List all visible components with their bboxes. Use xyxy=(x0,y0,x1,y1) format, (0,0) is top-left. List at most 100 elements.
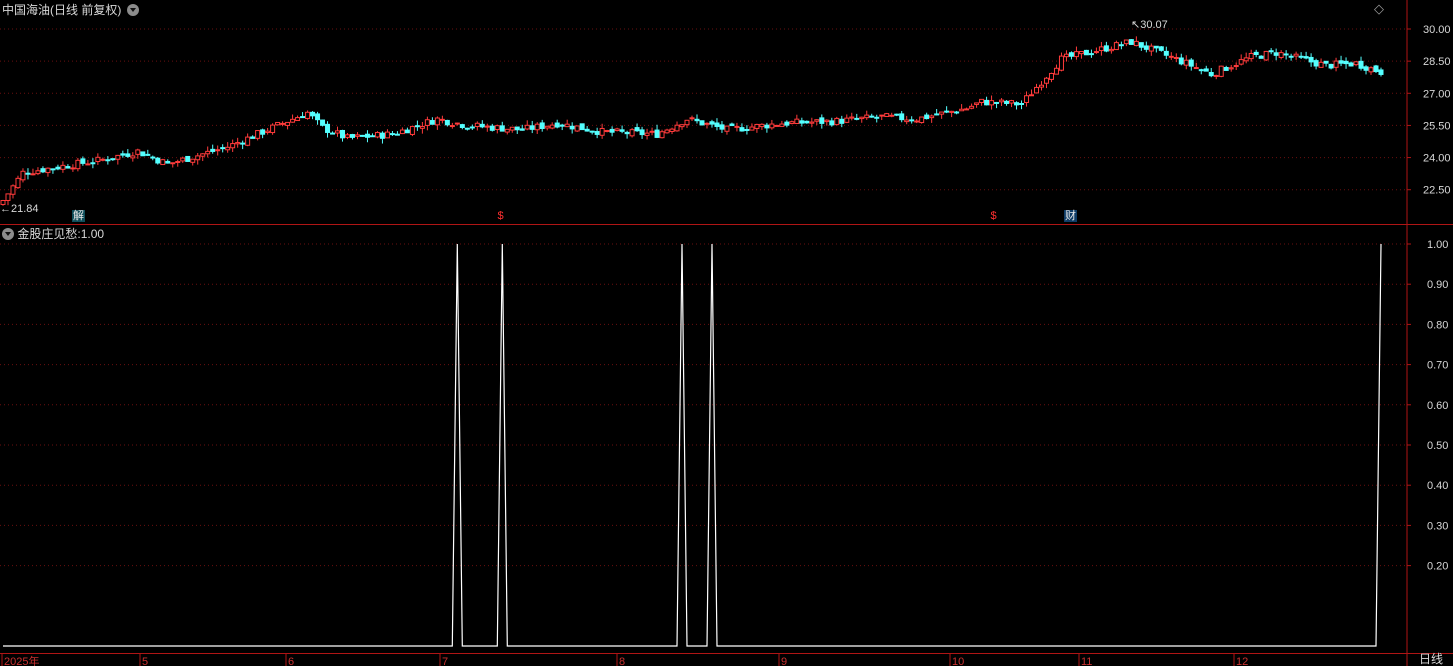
candle-body xyxy=(1133,40,1139,47)
candle-body xyxy=(165,160,171,164)
candle-body xyxy=(1263,50,1269,61)
event-marker-financial-report[interactable]: 财 xyxy=(1064,210,1077,222)
candle-body xyxy=(984,99,990,106)
period-label[interactable]: 日线 xyxy=(1419,652,1443,666)
high-price-annotation: ↖30.07 xyxy=(1131,19,1168,31)
candle-body xyxy=(629,129,635,137)
candle-body xyxy=(614,128,620,132)
candle-body xyxy=(240,142,246,145)
candle-body xyxy=(864,114,870,119)
candle-body xyxy=(55,166,61,170)
candle-body xyxy=(1243,57,1249,62)
candle-body xyxy=(569,125,575,130)
diamond-icon[interactable]: ◇ xyxy=(1374,2,1384,16)
candle-body xyxy=(235,142,241,145)
candle-body xyxy=(10,185,16,195)
candle-body xyxy=(444,119,450,126)
candle-body xyxy=(345,134,350,138)
candle-body xyxy=(584,128,590,132)
candle-body xyxy=(949,110,955,113)
candle-body xyxy=(754,123,760,129)
candle-body xyxy=(914,120,920,123)
candle-body xyxy=(554,122,560,128)
candle-body xyxy=(1238,59,1244,65)
candle-body xyxy=(1128,39,1134,45)
indicator-value: 1.00 xyxy=(80,227,105,241)
candle-body xyxy=(200,153,206,157)
candle-body xyxy=(719,124,725,130)
candle-body xyxy=(544,125,550,129)
candle-body xyxy=(305,111,311,119)
date-tick-label: 12 xyxy=(1236,656,1248,666)
candle-body xyxy=(829,120,835,126)
candle-body xyxy=(879,114,885,117)
candle-body xyxy=(419,125,425,129)
candle-body xyxy=(549,124,555,129)
candle-body xyxy=(499,125,505,132)
candle-body xyxy=(774,124,780,127)
candle-body xyxy=(374,132,380,138)
candle-body xyxy=(694,118,700,122)
candle-body xyxy=(1208,72,1214,77)
candle-body xyxy=(974,102,980,105)
candle-body xyxy=(35,170,41,175)
candle-body xyxy=(1218,65,1224,77)
candle-body xyxy=(205,150,211,155)
candle-body xyxy=(854,117,860,120)
candle-body xyxy=(1353,61,1359,66)
candle-body xyxy=(1158,46,1164,51)
candle-body xyxy=(1113,42,1119,51)
candle-body xyxy=(1183,59,1189,66)
candle-body xyxy=(999,99,1005,103)
candle-body xyxy=(809,121,815,124)
event-marker-unlock[interactable]: 解 xyxy=(72,210,85,222)
candle-body xyxy=(1288,55,1294,58)
candle-body xyxy=(459,124,465,128)
candle-body xyxy=(1253,51,1259,56)
candle-body xyxy=(494,125,500,130)
candle-body xyxy=(814,119,820,122)
kline-chart[interactable]: 22.50 24.00 25.50 27.00 28.50 30.00 0.20 0.30 0.… xyxy=(0,0,1453,666)
candle-body xyxy=(315,113,321,121)
candle-body xyxy=(514,126,520,131)
candle-body xyxy=(1043,77,1049,84)
candle-body xyxy=(125,153,131,157)
dropdown-circle-icon[interactable] xyxy=(2,228,14,240)
candle-body xyxy=(45,167,51,174)
candle-body xyxy=(604,130,610,133)
candle-body xyxy=(709,121,715,125)
event-marker-dividend[interactable]: $ xyxy=(989,210,998,222)
candle-body xyxy=(439,118,445,121)
candle-body xyxy=(1088,53,1094,56)
candle-body xyxy=(839,118,845,124)
candle-body xyxy=(1338,60,1344,64)
candle-body xyxy=(939,111,945,115)
candle-body xyxy=(1083,49,1089,56)
candle-body xyxy=(789,121,795,125)
candle-body xyxy=(1328,63,1334,69)
price-tick-label: 22.50 xyxy=(1423,185,1451,197)
candle-body xyxy=(524,124,530,130)
candle-body xyxy=(160,159,166,166)
indicator-tick-label: 0.60 xyxy=(1427,400,1448,412)
candle-body xyxy=(449,125,455,128)
candle-body xyxy=(15,177,21,189)
candle-body xyxy=(1153,45,1159,49)
event-marker-dividend[interactable]: $ xyxy=(496,210,505,222)
candle-body xyxy=(884,113,890,117)
candle-body xyxy=(1188,59,1194,67)
candle-body xyxy=(414,125,420,128)
candle-body xyxy=(1093,51,1099,54)
candle-body xyxy=(729,123,735,127)
dropdown-circle-icon[interactable] xyxy=(126,4,139,16)
candle-body xyxy=(1178,57,1184,65)
candle-body xyxy=(904,119,910,123)
candle-body xyxy=(464,127,470,130)
candle-body xyxy=(384,131,390,139)
candle-body xyxy=(195,155,201,161)
candle-body xyxy=(340,129,346,139)
candle-body xyxy=(794,118,800,125)
candle-body xyxy=(779,123,785,127)
candle-body xyxy=(150,156,156,159)
price-tick-label: 28.50 xyxy=(1423,56,1451,68)
